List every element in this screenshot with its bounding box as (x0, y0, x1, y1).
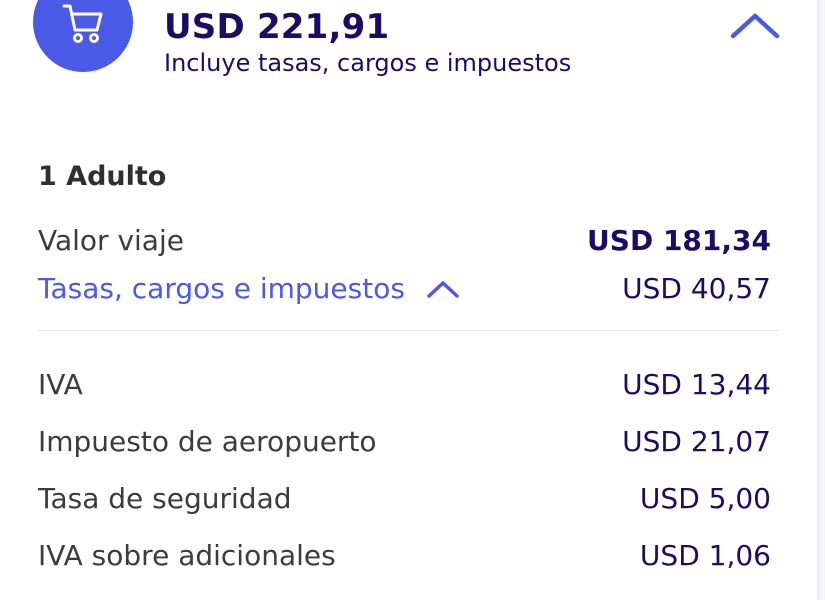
price-summary-panel: USD 221,91 Incluye tasas, cargos e impue… (0, 0, 817, 600)
page-gutter (819, 0, 825, 600)
total-price: USD 221,91 (164, 7, 390, 47)
taxes-toggle-link[interactable]: Tasas, cargos e impuestos (38, 272, 461, 305)
shopping-cart-icon (62, 4, 103, 43)
tax-item-label: IVA (38, 368, 83, 401)
total-price-subtitle: Incluye tasas, cargos e impuestos (164, 49, 572, 77)
fare-label: Valor viaje (38, 224, 184, 257)
tax-item-label: Impuesto de aeropuerto (38, 425, 377, 458)
passenger-count: 1 Adulto (38, 161, 167, 192)
divider (38, 330, 779, 331)
chevron-up-icon (427, 280, 459, 298)
tax-item-label: Tasa de seguridad (38, 482, 292, 515)
tax-item-value: USD 1,06 (639, 539, 771, 572)
tax-item-value: USD 13,44 (622, 368, 771, 401)
taxes-toggle-label: Tasas, cargos e impuestos (38, 272, 405, 305)
tax-item-label: IVA sobre adicionales (38, 539, 336, 572)
chevron-up-icon (730, 13, 780, 39)
tax-item-value: USD 21,07 (622, 425, 771, 458)
fare-value: USD 181,34 (587, 224, 771, 257)
tax-item-value: USD 5,00 (639, 482, 771, 515)
collapse-summary-button[interactable] (725, 8, 785, 44)
taxes-value: USD 40,57 (622, 272, 771, 305)
